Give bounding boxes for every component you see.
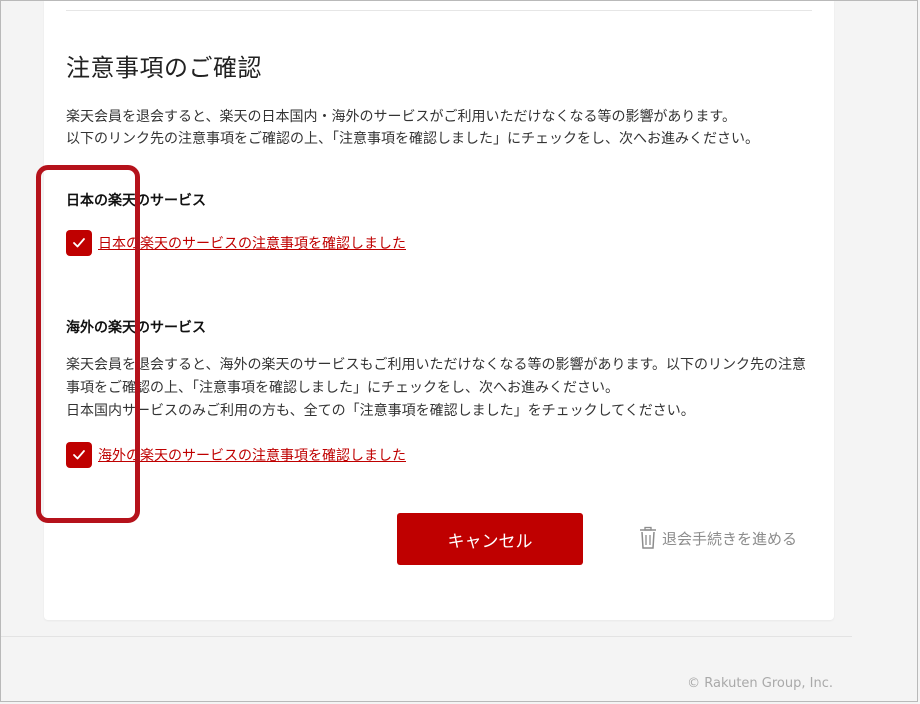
japan-confirm-checkbox[interactable] — [66, 230, 92, 256]
checkmark-icon — [73, 238, 85, 248]
withdraw-label: 退会手続きを進める — [662, 529, 798, 548]
overseas-section-title: 海外の楽天のサービス — [66, 320, 206, 336]
checkmark-icon — [73, 450, 85, 460]
footer-divider — [0, 636, 852, 637]
overseas-confirm-link[interactable]: 海外の楽天のサービスの注意事項を確認しました — [98, 445, 406, 465]
copyright-text: © Rakuten Group, Inc. — [687, 676, 833, 691]
overseas-description-line-1: 楽天会員を退会すると、海外の楽天のサービスもご利用いただけなくなる等の影響があり… — [66, 357, 807, 396]
intro-text: 楽天会員を退会すると、楽天の日本国内・海外のサービスがご利用いただけなくなる等の… — [66, 106, 814, 166]
trash-icon — [640, 526, 656, 549]
withdraw-button[interactable]: 退会手続きを進める — [638, 526, 797, 550]
overseas-confirm-row: 海外の楽天のサービスの注意事項を確認しました — [66, 442, 406, 468]
intro-line-1: 楽天会員を退会すると、楽天の日本国内・海外のサービスがご利用いただけなくなる等の… — [66, 109, 737, 125]
intro-line-2: 以下のリンク先の注意事項をご確認の上、「注意事項を確認しました」にチェックをし、… — [66, 131, 759, 147]
cancel-button[interactable]: キャンセル — [397, 513, 583, 565]
japan-section-title: 日本の楽天のサービス — [66, 193, 206, 209]
notice-card: 注意事項のご確認 楽天会員を退会すると、楽天の日本国内・海外のサービスがご利用い… — [44, 0, 834, 620]
japan-confirm-row: 日本の楽天のサービスの注意事項を確認しました — [66, 230, 406, 256]
overseas-description-line-2: 日本国内サービスのみご利用の方も、全ての「注意事項を確認しました」をチェックして… — [66, 403, 695, 419]
overseas-confirm-checkbox[interactable] — [66, 442, 92, 468]
overseas-description: 楽天会員を退会すると、海外の楽天のサービスもご利用いただけなくなる等の影響があり… — [66, 354, 814, 423]
japan-confirm-link[interactable]: 日本の楽天のサービスの注意事項を確認しました — [98, 233, 406, 253]
page-title: 注意事項のご確認 — [66, 54, 262, 82]
top-divider — [66, 10, 812, 11]
